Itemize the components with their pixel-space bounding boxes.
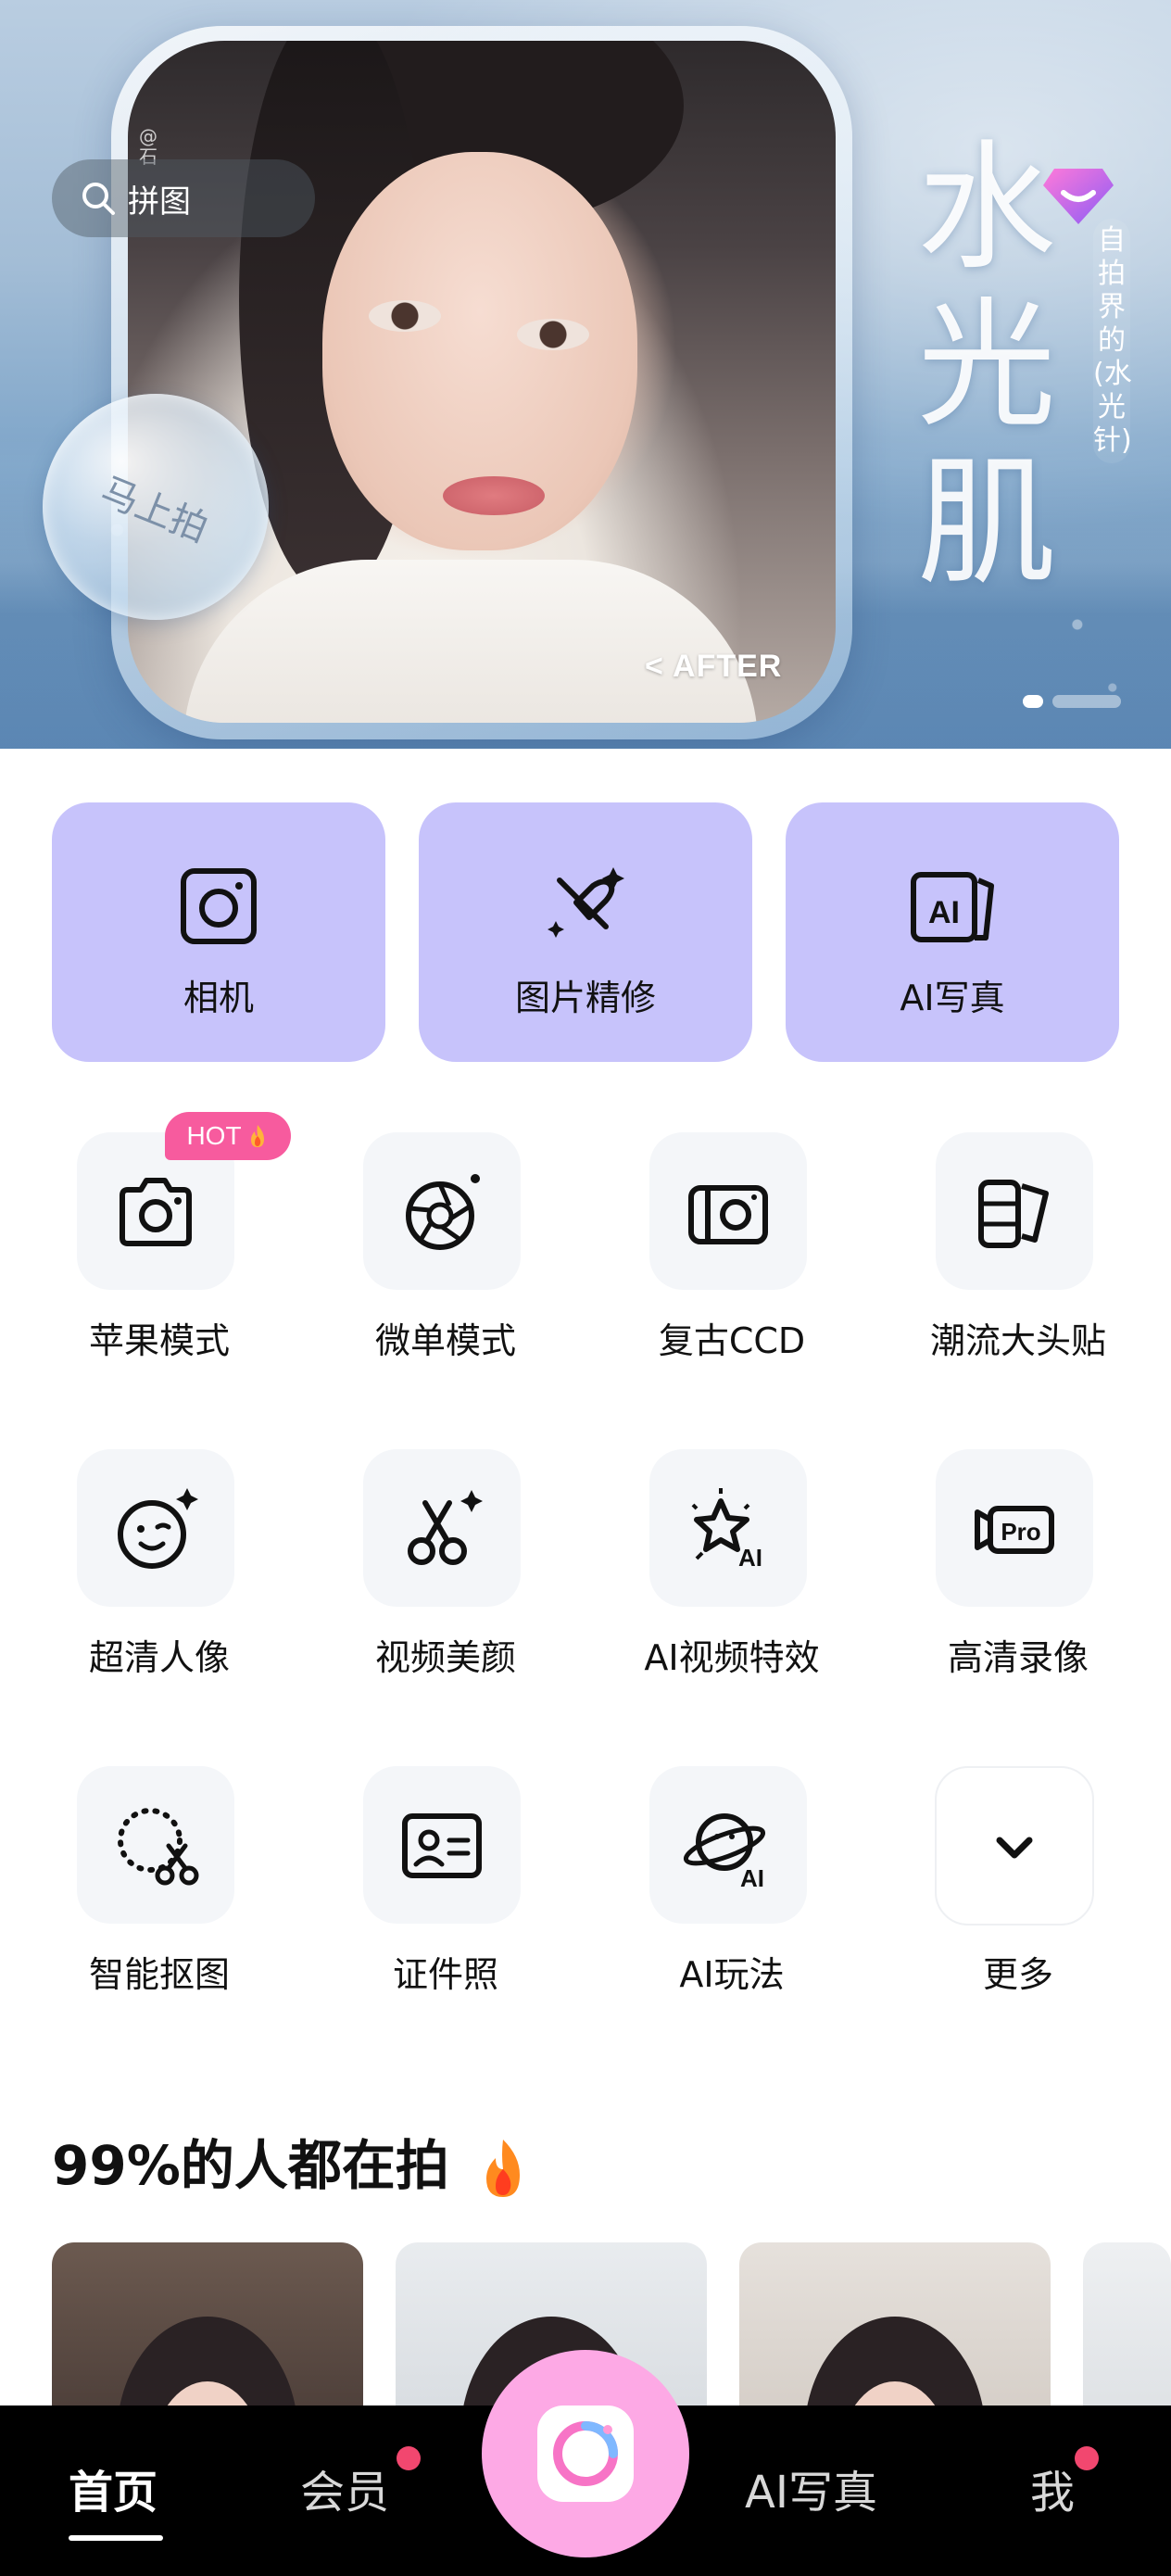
tool-retro-ccd[interactable]: 复古CCD [611,1132,852,1373]
tool-label: 证件照 [392,1954,498,1995]
chevron-down-icon [996,1837,1033,1859]
hot-badge: HOT [165,1112,291,1160]
cutout-icon [118,1808,199,1886]
fire-icon [486,2139,521,2197]
camera-app-icon [537,2406,634,2502]
camera-card[interactable]: 相机 [52,802,385,1062]
pager-dot [1052,695,1121,708]
hot-badge-label: HOT [186,1121,242,1150]
pro-video-icon: Pro [975,1506,1054,1554]
before-after-photo[interactable] [128,41,836,723]
trending-section-title: 99%的人都在拍 [52,2122,533,2203]
tool-apple-mode[interactable]: 苹果模式 [39,1132,280,1373]
tool-label: AI玩法 [679,1954,785,1995]
tool-hd-recording[interactable]: Pro 高清录像 [898,1449,1139,1690]
photo-retouch-label: 图片精修 [514,978,656,1018]
membership-notification-dot [397,2446,421,2470]
tool-label: 潮流大头贴 [929,1320,1106,1361]
trending-title-text: 99%的人都在拍 [52,2134,449,2197]
tool-label: 高清录像 [947,1637,1089,1678]
tool-label: 智能抠图 [88,1954,230,1995]
search-icon [80,180,117,217]
tool-label: 更多 [982,1954,1053,1995]
svg-text:Pro: Pro [1001,1518,1040,1546]
hero-subtitle: 自拍界的(水光针) [1093,219,1132,463]
nav-ai-portrait[interactable]: AI写真 [745,2456,877,2520]
tool-label: 视频美颜 [374,1637,516,1678]
nav-me[interactable]: 我 [1030,2456,1075,2520]
nav-active-indicator [69,2535,163,2541]
after-label: < AFTER [645,649,783,684]
tool-smart-cutout[interactable]: 智能抠图 [39,1766,280,2007]
fire-icon [250,1125,264,1147]
vip-diamond-icon[interactable] [1041,163,1115,228]
portrait-lips [443,476,545,515]
scissors-sparkle-icon [408,1490,483,1565]
ai-portrait-card[interactable]: AI AI写真 [786,802,1119,1062]
shoot-now-bubble[interactable]: 马上拍 [43,394,269,620]
portrait-eye-left [369,300,441,332]
photo-retouch-card[interactable]: 图片精修 [419,802,752,1062]
tool-video-beauty[interactable]: 视频美颜 [325,1449,566,1690]
tool-label: 复古CCD [658,1320,806,1361]
tool-ai-play[interactable]: AI AI玩法 [611,1766,852,2007]
tool-mirrorless-mode[interactable]: 微单模式 [325,1132,566,1373]
ai-portrait-label: AI写真 [900,978,1005,1018]
id-card-icon [402,1813,482,1878]
camera-outline-icon [120,1178,192,1246]
pager-dot-active [1023,695,1043,708]
ai-portrait-icon: AI [911,872,994,942]
ccd-camera-icon [688,1185,768,1244]
tool-ai-video-effects[interactable]: AI AI视频特效 [611,1449,852,1690]
tool-hd-portrait[interactable]: 超清人像 [39,1449,280,1690]
camera-card-label: 相机 [183,978,254,1018]
tool-id-photo[interactable]: 证件照 [325,1766,566,2007]
makeup-brush-icon [548,867,624,938]
svg-text:AI: AI [740,1864,764,1892]
nav-home[interactable]: 首页 [69,2456,157,2520]
portrait-sweater [183,560,758,723]
tool-label: 苹果模式 [88,1320,230,1361]
tool-label: 微单模式 [374,1320,516,1361]
ai-star-effect-icon: AI [691,1488,762,1572]
photo-strip-icon [978,1180,1049,1248]
hero-banner[interactable]: < AFTER @石 拼图 马上拍 水光肌 自拍界的(水光针) [0,0,1171,749]
banner-pager [1023,695,1121,708]
collage-label: 拼图 [128,183,191,221]
svg-text:AI: AI [738,1544,762,1572]
collage-search-button[interactable]: 拼图 [52,159,315,237]
svg-text:AI: AI [928,895,960,930]
camera-shutter-button[interactable] [482,2350,689,2557]
nav-membership[interactable]: 会员 [300,2456,389,2520]
tool-photo-booth[interactable]: 潮流大头贴 [898,1132,1139,1373]
ai-planet-icon: AI [683,1813,766,1892]
portrait-eye-right [517,319,589,350]
hero-title: 水光肌 [916,128,1056,604]
smiley-face-icon [118,1488,198,1569]
camera-icon [181,868,257,944]
me-notification-dot [1075,2446,1099,2470]
aperture-icon [406,1174,480,1250]
tool-label: AI视频特效 [644,1637,820,1678]
tool-more[interactable]: 更多 [898,1766,1139,2007]
tool-label: 超清人像 [88,1637,230,1678]
